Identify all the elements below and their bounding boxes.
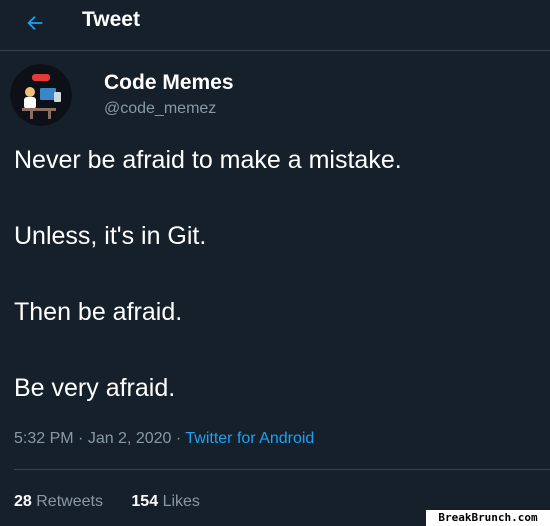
divider <box>14 469 550 470</box>
tweet-line: Then be afraid. <box>14 298 183 326</box>
tweet-date: Jan 2, 2020 <box>87 430 172 447</box>
tweet-line: Never be afraid to make a mistake. <box>14 146 402 174</box>
arrow-left-icon <box>27 15 43 31</box>
retweets-label: Retweets <box>36 493 103 510</box>
tweet-time: 5:32 PM <box>14 430 74 447</box>
avatar[interactable] <box>10 64 72 126</box>
likes-label: Likes <box>162 493 200 510</box>
author-handle[interactable]: @code_memez <box>104 98 216 120</box>
retweets-stat[interactable]: 28 Retweets <box>14 491 103 513</box>
retweets-count: 28 <box>14 493 32 510</box>
avatar-coder-illustration <box>10 64 72 126</box>
watermark: BreakBrunch.com <box>426 510 550 526</box>
tweet-line: Unless, it's in Git. <box>14 222 207 250</box>
page-title: Tweet <box>82 8 140 31</box>
tweet-line: Be very afraid. <box>14 374 176 402</box>
top-bar: Tweet <box>0 0 550 51</box>
back-button[interactable] <box>18 6 52 40</box>
meta-separator: · <box>73 430 88 447</box>
author-display-name[interactable]: Code Memes <box>104 70 234 96</box>
tweet-author: Code Memes @code_memez <box>10 64 550 126</box>
meta-separator: · <box>171 430 186 447</box>
likes-stat[interactable]: 154 Likes <box>131 491 200 513</box>
tweet-stats: 28 Retweets 154 Likes <box>14 491 200 513</box>
tweet-text: Never be afraid to make a mistake. Unles… <box>14 145 534 449</box>
tweet-meta: 5:32 PM · Jan 2, 2020 · Twitter for Andr… <box>14 428 314 450</box>
tweet-source-link[interactable]: Twitter for Android <box>185 430 314 447</box>
likes-count: 154 <box>131 493 159 510</box>
